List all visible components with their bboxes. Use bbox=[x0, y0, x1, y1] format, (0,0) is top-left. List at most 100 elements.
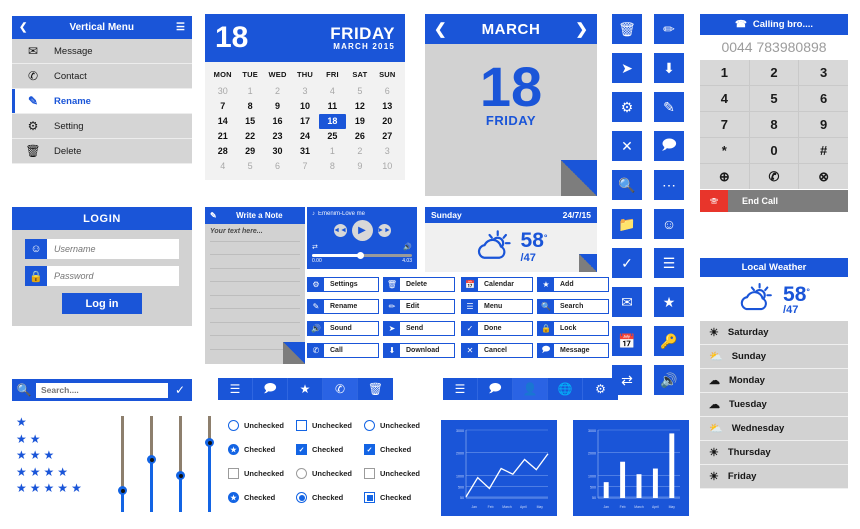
choice-unchecked[interactable]: Unchecked bbox=[228, 420, 294, 431]
choice-box[interactable]: ★ bbox=[228, 444, 239, 455]
slider-knob[interactable] bbox=[176, 471, 185, 481]
forecast-row-sunday[interactable]: ⛅ Sunday bbox=[700, 345, 848, 369]
sidebar-item-setting[interactable]: ⚙ Setting bbox=[12, 114, 192, 139]
dialpad-key-9[interactable]: 9 bbox=[799, 112, 848, 137]
search-icon[interactable]: 🔍 bbox=[612, 170, 642, 200]
calendar-day-cell[interactable]: 28 bbox=[209, 144, 236, 159]
calendar-day-cell[interactable]: 13 bbox=[374, 99, 401, 114]
trash-icon[interactable]: 🗑 bbox=[358, 378, 393, 400]
note-body[interactable]: Your text here... bbox=[205, 224, 305, 364]
button-menu[interactable]: ☰ Menu bbox=[461, 299, 533, 314]
calendar-day-cell[interactable]: 9 bbox=[346, 159, 373, 174]
person-icon[interactable]: 👤 bbox=[513, 378, 548, 400]
star-icon[interactable]: ★ bbox=[44, 449, 55, 461]
choice-unchecked[interactable]: Unchecked bbox=[364, 420, 430, 431]
button-cancel[interactable]: ✕ Cancel bbox=[461, 343, 533, 358]
vertical-slider[interactable] bbox=[205, 416, 214, 512]
star-rating-row[interactable]: ★ ★ bbox=[16, 433, 82, 445]
username-input[interactable] bbox=[47, 239, 179, 259]
close-icon[interactable]: ✕ bbox=[612, 131, 642, 161]
chevron-right-icon[interactable]: ❯ bbox=[575, 20, 588, 38]
check-icon[interactable]: ✓ bbox=[612, 248, 642, 278]
calendar-day-cell[interactable]: 3 bbox=[291, 84, 318, 99]
calendar-day-cell[interactable]: 6 bbox=[374, 84, 401, 99]
vertical-slider[interactable] bbox=[176, 416, 185, 512]
star-icon[interactable]: ★ bbox=[71, 482, 82, 494]
chat-icon[interactable]: 🗩 bbox=[654, 131, 684, 161]
calendar-day-cell[interactable]: 24 bbox=[291, 129, 318, 144]
button-search[interactable]: 🔍 Search bbox=[537, 299, 609, 314]
login-button[interactable]: Log in bbox=[62, 293, 142, 314]
calendar-day-cell[interactable]: 18 bbox=[318, 113, 347, 129]
calendar-day-cell[interactable]: 25 bbox=[319, 129, 346, 144]
calendar-day-cell[interactable]: 10 bbox=[291, 99, 318, 114]
send-icon[interactable]: ➤ bbox=[612, 53, 642, 83]
star-rating-row[interactable]: ★ ★ ★ ★ ★ bbox=[16, 482, 82, 494]
dialpad-key-2[interactable]: 2 bbox=[749, 60, 799, 85]
button-send[interactable]: ➤ Send bbox=[383, 321, 455, 336]
dialpad-key-5[interactable]: 5 bbox=[749, 86, 799, 111]
star-rating-row[interactable]: ★ ★ ★ ★ bbox=[16, 466, 82, 478]
choice-unchecked[interactable]: Unchecked bbox=[296, 468, 362, 479]
calendar-day-cell[interactable]: 8 bbox=[319, 159, 346, 174]
star-icon[interactable]: ★ bbox=[30, 449, 41, 461]
mail-icon[interactable]: ✉ bbox=[612, 287, 642, 317]
slider-knob[interactable] bbox=[118, 486, 127, 496]
forecast-row-tuesday[interactable]: ☁ Tuesday bbox=[700, 393, 848, 417]
choice-checked[interactable]: ✓ Checked bbox=[364, 444, 430, 455]
forecast-row-monday[interactable]: ☁ Monday bbox=[700, 369, 848, 393]
player-progress-slider[interactable] bbox=[312, 252, 412, 259]
choice-box[interactable] bbox=[364, 468, 375, 479]
choice-checked[interactable]: ★ Checked bbox=[228, 492, 294, 503]
star-icon[interactable]: ★ bbox=[57, 466, 68, 478]
choice-box[interactable] bbox=[296, 420, 307, 431]
folder-icon[interactable]: 📁 bbox=[612, 209, 642, 239]
button-settings[interactable]: ⚙ Settings bbox=[307, 277, 379, 292]
dialpad-key-4[interactable]: 4 bbox=[700, 86, 749, 111]
calendar-day-cell[interactable]: 1 bbox=[236, 84, 263, 99]
dialpad-key-7[interactable]: 7 bbox=[700, 112, 749, 137]
calendar-day-cell[interactable]: 4 bbox=[209, 159, 236, 174]
calendar-grid[interactable]: MON TUE WED THU FRI SAT SUN 30 1 2 3 4 5 6 7 8 9 10 11 12 13… bbox=[209, 67, 401, 174]
dialpad-key-*[interactable]: * bbox=[700, 138, 749, 163]
forecast-row-friday[interactable]: ☀ Friday bbox=[700, 465, 848, 489]
end-call-bar[interactable]: 🕾 End Call bbox=[700, 190, 848, 212]
end-call-label[interactable]: End Call bbox=[728, 190, 848, 212]
button-add[interactable]: ★ Add bbox=[537, 277, 609, 292]
choice-box[interactable] bbox=[364, 492, 375, 503]
choice-checked[interactable]: Checked bbox=[364, 492, 430, 503]
calendar-day-cell[interactable]: 2 bbox=[264, 84, 291, 99]
star-icon[interactable]: ★ bbox=[16, 449, 27, 461]
password-input[interactable] bbox=[47, 266, 179, 286]
calendar-day-cell[interactable]: 14 bbox=[209, 114, 236, 129]
calendar-day-cell[interactable]: 20 bbox=[374, 114, 401, 129]
shuffle-icon[interactable]: ⇄ bbox=[312, 243, 318, 251]
key-icon[interactable]: 🔑 bbox=[654, 326, 684, 356]
button-download[interactable]: ⬇ Download bbox=[383, 343, 455, 358]
add-contact-icon[interactable]: ⊕ bbox=[700, 164, 749, 189]
forward-icon[interactable]: ►► bbox=[377, 224, 391, 237]
calendar-day-cell[interactable]: 5 bbox=[346, 84, 373, 99]
dialpad-key-1[interactable]: 1 bbox=[700, 60, 749, 85]
player-progress-knob[interactable] bbox=[357, 252, 364, 259]
globe-icon[interactable]: 🌐 bbox=[548, 378, 583, 400]
calendar-day-cell[interactable]: 15 bbox=[236, 114, 263, 129]
calendar-day-cell[interactable]: 30 bbox=[264, 144, 291, 159]
back-icon[interactable]: ❮ bbox=[19, 22, 27, 33]
menu-icon[interactable]: ☰ bbox=[654, 248, 684, 278]
calendar-day-cell[interactable]: 2 bbox=[346, 144, 373, 159]
star-rating-row[interactable]: ★ bbox=[16, 416, 82, 428]
choice-unchecked[interactable]: Unchecked bbox=[228, 468, 294, 479]
star-rating-row[interactable]: ★ ★ ★ bbox=[16, 449, 82, 461]
star-icon[interactable]: ★ bbox=[57, 482, 68, 494]
check-icon[interactable]: ✓ bbox=[172, 383, 188, 397]
search-input[interactable] bbox=[36, 382, 168, 398]
phone-icon[interactable]: ✆ bbox=[323, 378, 358, 400]
choice-box[interactable]: ✓ bbox=[296, 444, 307, 455]
calendar-day-cell[interactable]: 17 bbox=[291, 114, 318, 129]
dialpad-keys[interactable]: 1 2 3 4 5 6 7 8 9 * 0 # ⊕ ✆ ⊗ bbox=[700, 60, 848, 189]
choice-box[interactable]: ✓ bbox=[364, 444, 375, 455]
button-sound[interactable]: 🔊 Sound bbox=[307, 321, 379, 336]
star-icon[interactable]: ★ bbox=[44, 466, 55, 478]
button-calendar[interactable]: 📅 Calendar bbox=[461, 277, 533, 292]
